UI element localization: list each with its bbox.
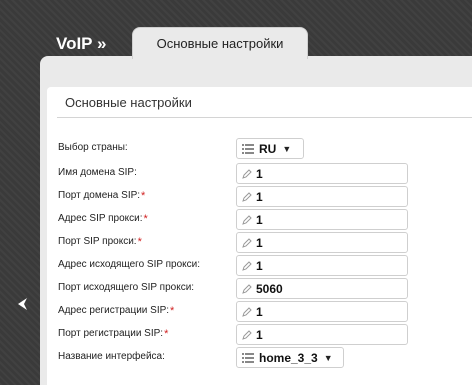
list-icon: [239, 352, 257, 363]
registrar-input[interactable]: 1: [236, 301, 408, 322]
pencil-icon: [239, 214, 255, 225]
pencil-icon: [239, 283, 255, 294]
row-sip-proxy-port: Порт SIP прокси:* 1: [58, 232, 472, 253]
sip-proxy-label: Адрес SIP прокси:*: [58, 213, 148, 225]
sip-domain-port-label: Порт домена SIP:*: [58, 190, 146, 202]
row-sip-proxy: Адрес SIP прокси:* 1: [58, 209, 472, 230]
outbound-proxy-label: Адрес исходящего SIP прокси:: [58, 259, 201, 270]
row-sip-domain: Имя домена SIP: 1: [58, 163, 472, 184]
chevron-left-icon: [18, 298, 27, 310]
sip-domain-label: Имя домена SIP:: [58, 167, 137, 178]
nav-back-button[interactable]: [12, 293, 34, 315]
registrar-port-input[interactable]: 1: [236, 324, 408, 345]
country-select[interactable]: RU ▼: [236, 138, 304, 159]
row-outbound-proxy-port: Порт исходящего SIP прокси: 5060: [58, 278, 472, 299]
pencil-icon: [239, 168, 255, 179]
row-registrar: Адрес регистрации SIP:* 1: [58, 301, 472, 322]
sip-proxy-input[interactable]: 1: [236, 209, 408, 230]
outbound-proxy-value: 1: [256, 258, 263, 273]
registrar-value: 1: [256, 304, 263, 319]
tab-basic-settings[interactable]: Основные настройки: [132, 27, 308, 59]
row-registrar-port: Порт регистрации SIP:* 1: [58, 324, 472, 345]
interface-label: Название интерфейса:: [58, 351, 165, 362]
row-country: Выбор страны: RU ▼: [58, 138, 472, 159]
country-label: Выбор страны:: [58, 142, 128, 153]
pencil-icon: [239, 237, 255, 248]
pencil-icon: [239, 306, 255, 317]
section-divider: [57, 117, 472, 118]
interface-select[interactable]: home_3_3 ▼: [236, 347, 344, 368]
triangle-down-icon: ▼: [323, 352, 333, 363]
sip-domain-port-input[interactable]: 1: [236, 186, 408, 207]
sip-domain-value: 1: [256, 166, 263, 181]
sip-proxy-port-label: Порт SIP прокси:*: [58, 236, 142, 248]
triangle-down-icon: ▼: [282, 143, 292, 154]
outbound-proxy-input[interactable]: 1: [236, 255, 408, 276]
pencil-icon: [239, 191, 255, 202]
pencil-icon: [239, 329, 255, 340]
list-icon: [239, 143, 257, 154]
interface-value: home_3_3: [259, 350, 318, 365]
outbound-proxy-port-label: Порт исходящего SIP прокси:: [58, 282, 195, 293]
outbound-proxy-port-input[interactable]: 5060: [236, 278, 408, 299]
pencil-icon: [239, 260, 255, 271]
registrar-port-value: 1: [256, 327, 263, 342]
sip-proxy-port-value: 1: [256, 235, 263, 250]
sip-domain-port-value: 1: [256, 189, 263, 204]
row-sip-domain-port: Порт домена SIP:* 1: [58, 186, 472, 207]
registrar-port-label: Порт регистрации SIP:*: [58, 328, 169, 340]
registrar-label: Адрес регистрации SIP:*: [58, 305, 175, 317]
breadcrumb[interactable]: VoIP »: [56, 34, 106, 54]
row-interface: Название интерфейса: home_3_3 ▼: [58, 347, 472, 368]
outbound-proxy-port-value: 5060: [256, 281, 283, 296]
section-title: Основные настройки: [65, 95, 192, 110]
sip-domain-input[interactable]: 1: [236, 163, 408, 184]
sip-proxy-value: 1: [256, 212, 263, 227]
row-outbound-proxy: Адрес исходящего SIP прокси: 1: [58, 255, 472, 276]
sip-proxy-port-input[interactable]: 1: [236, 232, 408, 253]
country-value: RU: [259, 141, 277, 156]
